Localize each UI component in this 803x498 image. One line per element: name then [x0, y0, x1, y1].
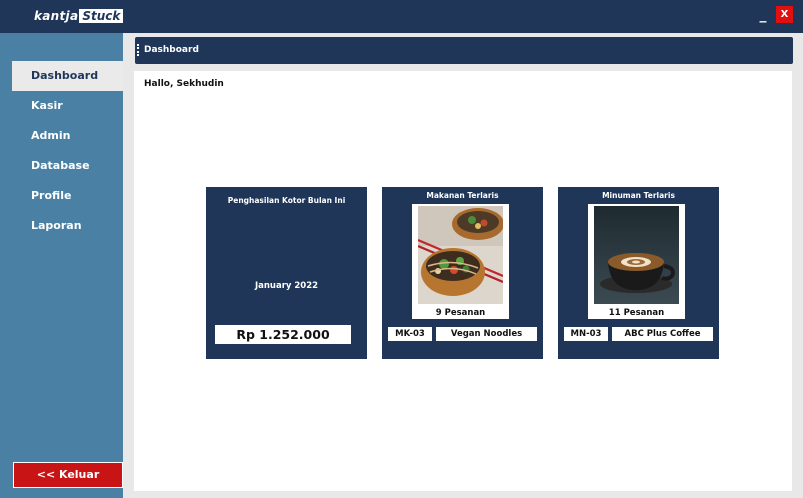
- drink-photo-frame: 11 Pesanan: [588, 204, 685, 319]
- best-drink-card: Minuman Terlaris 11 Pesanan MN-03 ABC Pl…: [558, 187, 719, 359]
- income-card: Penghasilan Kotor Bulan Ini January 2022…: [206, 187, 367, 359]
- main-content: Hallo, Sekhudin Penghasilan Kotor Bulan …: [134, 71, 792, 491]
- food-order-count: 9 Pesanan: [435, 308, 486, 318]
- income-amount: Rp 1.252.000: [215, 325, 351, 344]
- minimize-button[interactable]: _: [756, 7, 770, 23]
- page-header: Dashboard: [135, 37, 793, 64]
- drink-order-count: 11 Pesanan: [608, 308, 665, 318]
- grip-icon: [137, 44, 140, 56]
- window-right-edge: [797, 33, 803, 498]
- income-month: January 2022: [254, 281, 319, 291]
- drink-name: ABC Plus Coffee: [612, 327, 713, 341]
- greeting-text: Hallo, Sekhudin: [144, 79, 224, 89]
- best-food-card: Makanan Terlaris 9 Pesanan MK-03 Vegan N…: [382, 187, 543, 359]
- food-name: Vegan Noodles: [436, 327, 537, 341]
- sidebar-item-kasir[interactable]: Kasir: [12, 91, 123, 121]
- drink-photo: [594, 206, 679, 304]
- food-photo-frame: 9 Pesanan: [412, 204, 509, 319]
- sidebar-item-profile[interactable]: Profile: [12, 181, 123, 211]
- close-button[interactable]: X: [776, 6, 793, 23]
- noodle-bowl-image: [418, 206, 503, 304]
- food-photo: [418, 206, 503, 304]
- sidebar: Dashboard Kasir Admin Database Profile L…: [0, 33, 123, 498]
- coffee-cup-image: [594, 206, 679, 304]
- sidebar-item-admin[interactable]: Admin: [12, 121, 123, 151]
- sidebar-item-laporan[interactable]: Laporan: [12, 211, 123, 241]
- sidebar-item-database[interactable]: Database: [12, 151, 123, 181]
- page-title: Dashboard: [144, 45, 199, 55]
- food-card-title: Makanan Terlaris: [426, 191, 499, 200]
- title-bar: kantja Stuck _ X: [0, 0, 803, 33]
- logo-text-part2: Stuck: [79, 9, 124, 23]
- drink-card-title: Minuman Terlaris: [602, 191, 675, 200]
- sidebar-item-dashboard[interactable]: Dashboard: [12, 61, 123, 91]
- income-card-title: Penghasilan Kotor Bulan Ini: [227, 196, 346, 205]
- logo-text-part1: kantja: [34, 9, 79, 23]
- drink-code: MN-03: [564, 327, 608, 341]
- food-code: MK-03: [388, 327, 432, 341]
- app-logo: kantja Stuck: [34, 8, 124, 24]
- logout-button[interactable]: << Keluar: [13, 462, 123, 488]
